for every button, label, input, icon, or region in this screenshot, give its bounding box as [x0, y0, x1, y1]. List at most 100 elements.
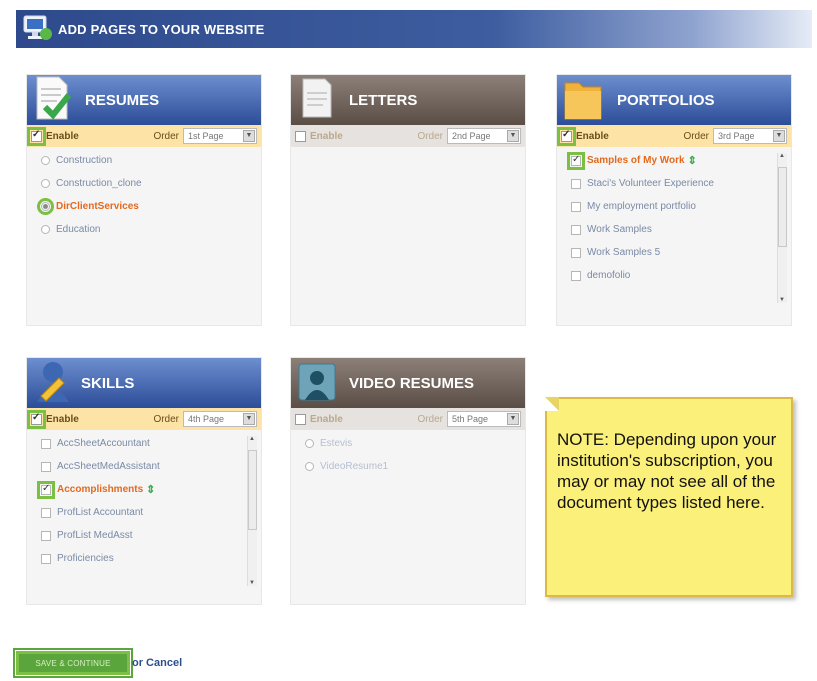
- portfolios-enable-row: Enable Order 3rd Page ▼: [557, 125, 791, 147]
- checkbox[interactable]: [571, 248, 581, 258]
- list-item[interactable]: ProfList Accountant: [33, 507, 241, 519]
- page-header: ADD PAGES TO YOUR WEBSITE: [16, 10, 812, 48]
- video-resumes-order-label: Order: [417, 413, 443, 425]
- letter-document-icon: [295, 73, 339, 125]
- reorder-arrows-icon[interactable]: ⇕: [688, 155, 697, 167]
- resume-document-icon: [31, 73, 75, 125]
- scrollbar-thumb[interactable]: [248, 450, 257, 530]
- scrollbar-thumb[interactable]: [778, 167, 787, 247]
- computer-icon: [20, 14, 54, 44]
- skills-order-select[interactable]: 4th Page ▼: [183, 411, 257, 427]
- radio-button[interactable]: [41, 225, 50, 234]
- radio-button[interactable]: [41, 179, 50, 188]
- checkbox[interactable]: [41, 508, 51, 518]
- radio-button[interactable]: [41, 156, 50, 165]
- video-resumes-enable-checkbox[interactable]: [295, 413, 306, 425]
- portfolios-order-value: 3rd Page: [718, 131, 755, 141]
- list-item[interactable]: Construction: [33, 155, 255, 167]
- checkbox[interactable]: [571, 202, 581, 212]
- scroll-up-icon[interactable]: ▲: [249, 436, 255, 442]
- radio-button-selected[interactable]: [37, 198, 54, 215]
- letters-order-select[interactable]: 2nd Page ▼: [447, 128, 521, 144]
- checkbox[interactable]: [41, 554, 51, 564]
- video-resumes-order-value: 5th Page: [452, 414, 489, 424]
- video-resumes-panel: VIDEO RESUMES Enable Order 5th Page ▼ Es…: [290, 357, 526, 605]
- list-item[interactable]: My employment portfolio: [563, 201, 771, 213]
- resumes-enable-checkbox[interactable]: [27, 126, 46, 146]
- resumes-header: RESUMES: [27, 75, 261, 125]
- sticky-note: NOTE: Depending upon your institution's …: [545, 397, 793, 597]
- radio-button[interactable]: [305, 439, 314, 448]
- portfolios-list: Samples of My Work⇕ Staci's Volunteer Ex…: [557, 147, 791, 303]
- checkbox[interactable]: [571, 179, 581, 189]
- resumes-enable-row: Enable Order 1st Page ▼: [27, 125, 261, 147]
- resumes-order-select[interactable]: 1st Page ▼: [183, 128, 257, 144]
- list-item[interactable]: Estevis: [297, 438, 519, 450]
- list-item[interactable]: demofolio: [563, 270, 771, 282]
- resumes-list: Construction Construction_clone DirClien…: [27, 147, 261, 255]
- chevron-down-icon[interactable]: ▼: [243, 130, 255, 142]
- chevron-down-icon[interactable]: ▼: [243, 413, 255, 425]
- portfolios-scrollbar[interactable]: ▲ ▼: [777, 153, 787, 303]
- video-person-icon: [295, 356, 339, 408]
- list-item[interactable]: DirClientServices: [33, 198, 255, 215]
- skills-title: SKILLS: [81, 375, 135, 392]
- video-resumes-enable-label: Enable: [310, 413, 343, 425]
- chevron-down-icon[interactable]: ▼: [507, 130, 519, 142]
- checkbox[interactable]: [571, 271, 581, 281]
- chevron-down-icon[interactable]: ▼: [773, 130, 785, 142]
- skills-order-label: Order: [153, 413, 179, 425]
- skills-scrollbar[interactable]: ▲ ▼: [247, 436, 257, 586]
- letters-order-value: 2nd Page: [452, 131, 491, 141]
- note-text: NOTE: Depending upon your institution's …: [557, 430, 777, 512]
- checkbox[interactable]: [41, 439, 51, 449]
- list-item[interactable]: Samples of My Work⇕: [563, 152, 771, 170]
- scroll-down-icon[interactable]: ▼: [249, 580, 255, 586]
- letters-order-label: Order: [417, 130, 443, 142]
- checkbox[interactable]: [571, 225, 581, 235]
- letters-header: LETTERS: [291, 75, 525, 125]
- letters-enable-checkbox[interactable]: [295, 130, 306, 142]
- note-fold: [545, 397, 559, 411]
- reorder-arrows-icon[interactable]: ⇕: [146, 484, 155, 496]
- skills-enable-row: Enable Order 4th Page ▼: [27, 408, 261, 430]
- page-title: ADD PAGES TO YOUR WEBSITE: [58, 21, 265, 37]
- chevron-down-icon[interactable]: ▼: [507, 413, 519, 425]
- portfolios-enable-label: Enable: [576, 130, 609, 142]
- person-pencil-icon: [31, 356, 75, 408]
- video-resumes-list: Estevis VideoResume1: [291, 430, 525, 492]
- scroll-down-icon[interactable]: ▼: [779, 297, 785, 303]
- checkbox-checked[interactable]: [567, 152, 585, 170]
- list-item[interactable]: Work Samples 5: [563, 247, 771, 259]
- scroll-up-icon[interactable]: ▲: [779, 153, 785, 159]
- radio-button[interactable]: [305, 462, 314, 471]
- list-item[interactable]: ProfList MedAsst: [33, 530, 241, 542]
- list-item[interactable]: Proficiencies: [33, 553, 241, 565]
- skills-list: AccSheetAccountant AccSheetMedAssistant …: [27, 430, 261, 586]
- portfolios-order-select[interactable]: 3rd Page ▼: [713, 128, 787, 144]
- list-item[interactable]: Work Samples: [563, 224, 771, 236]
- cancel-link[interactable]: or Cancel: [132, 657, 182, 669]
- checkbox[interactable]: [41, 531, 51, 541]
- save-continue-button[interactable]: SAVE & CONTINUE: [13, 648, 133, 678]
- checkbox[interactable]: [41, 462, 51, 472]
- list-item[interactable]: AccSheetAccountant: [33, 438, 241, 450]
- skills-enable-checkbox[interactable]: [27, 409, 46, 429]
- letters-enable-label: Enable: [310, 130, 343, 142]
- list-item[interactable]: Education: [33, 224, 255, 236]
- portfolios-enable-checkbox[interactable]: [557, 126, 576, 146]
- list-item[interactable]: VideoResume1: [297, 461, 519, 473]
- resumes-order-label: Order: [153, 130, 179, 142]
- folder-icon: [561, 73, 605, 125]
- list-item[interactable]: Staci's Volunteer Experience: [563, 178, 771, 190]
- video-resumes-order-select[interactable]: 5th Page ▼: [447, 411, 521, 427]
- list-item[interactable]: Accomplishments⇕: [33, 481, 241, 499]
- list-item[interactable]: AccSheetMedAssistant: [33, 461, 241, 473]
- checkbox-checked[interactable]: [37, 481, 55, 499]
- video-resumes-enable-row: Enable Order 5th Page ▼: [291, 408, 525, 430]
- resumes-order-value: 1st Page: [188, 131, 224, 141]
- letters-title: LETTERS: [349, 92, 418, 109]
- skills-panel: SKILLS Enable Order 4th Page ▼ AccSheetA…: [26, 357, 262, 605]
- list-item[interactable]: Construction_clone: [33, 178, 255, 190]
- portfolios-order-label: Order: [683, 130, 709, 142]
